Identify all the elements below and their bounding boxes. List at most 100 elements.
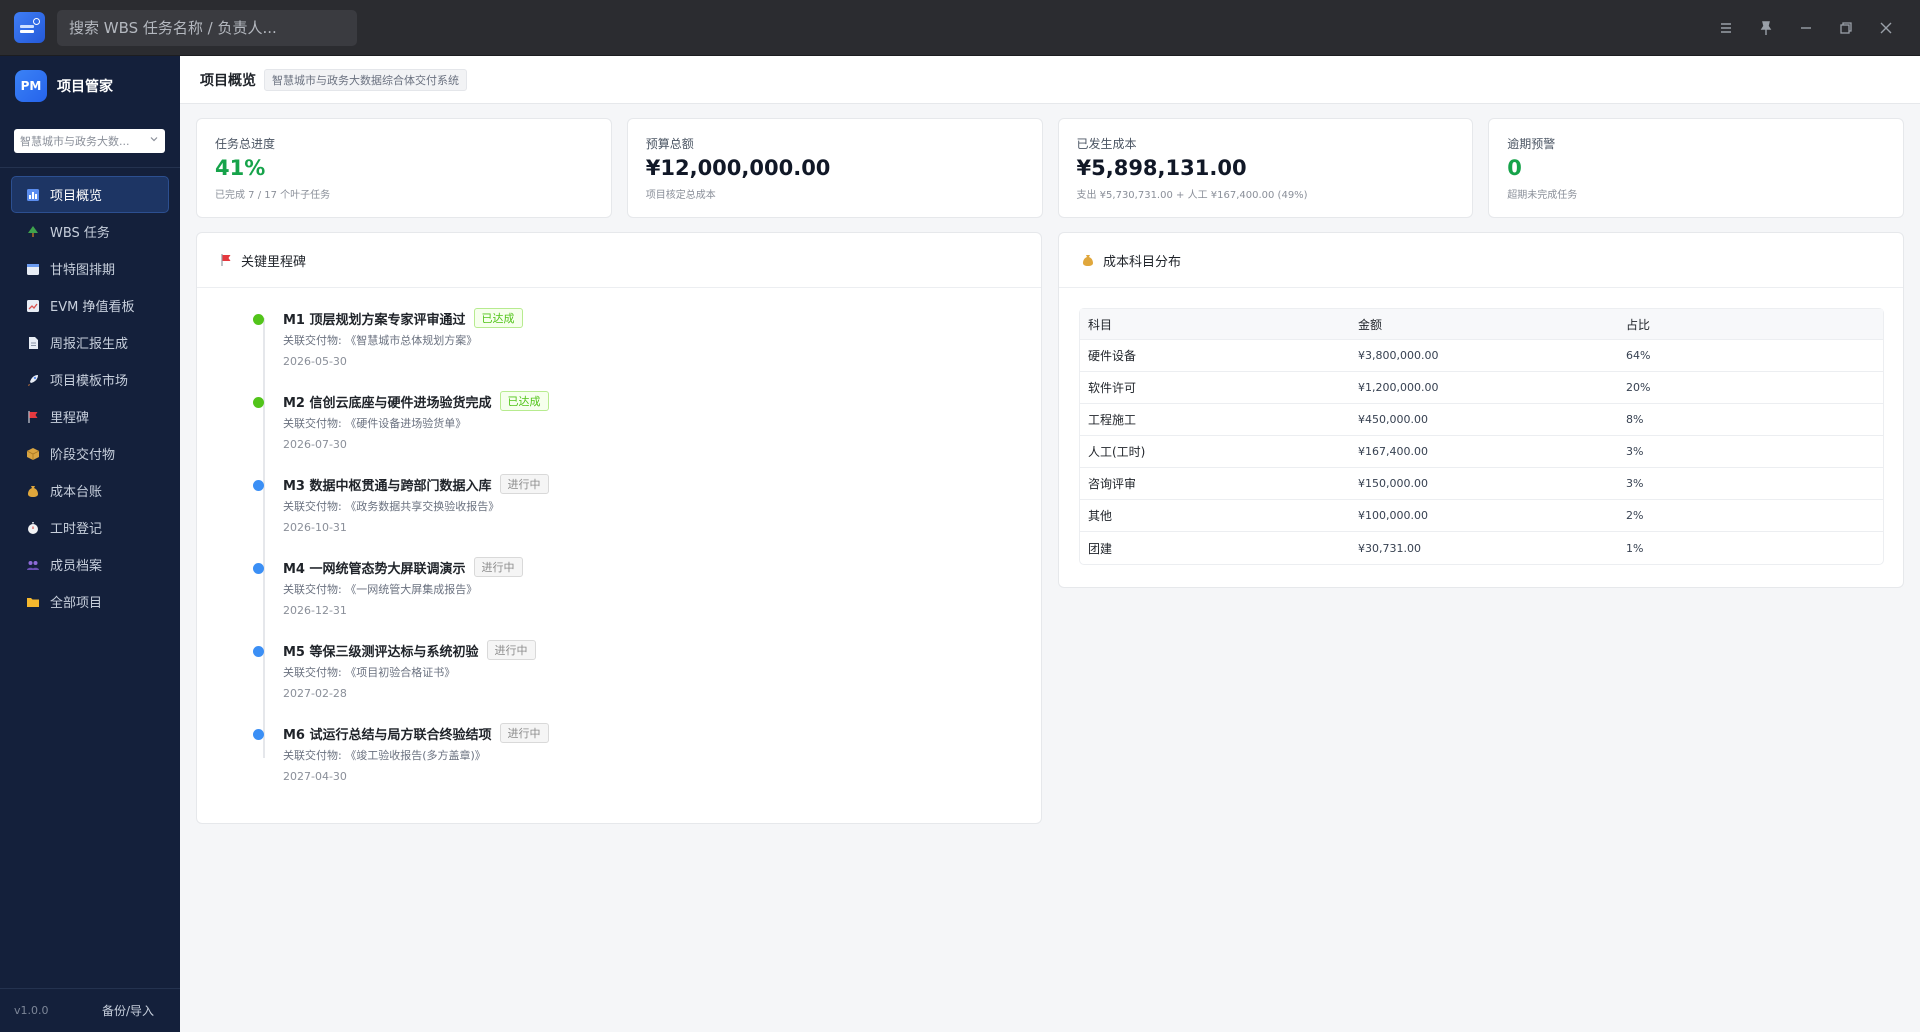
table-row: 工程施工 ¥450,000.00 8%	[1080, 404, 1883, 436]
chevron-down-icon	[150, 137, 158, 142]
cost-share: 1%	[1626, 541, 1644, 555]
cost-amount: ¥3,800,000.00	[1350, 340, 1618, 372]
sidebar-item-all-projects[interactable]: 全部项目	[11, 583, 169, 620]
cost-amount: ¥450,000.00	[1350, 404, 1618, 436]
stat-subtext: 项目核定总成本	[645, 190, 716, 201]
status-badge: 进行中	[499, 723, 549, 743]
sidebar-item-label: WBS 任务	[50, 226, 110, 241]
milestone-timeline: M1 顶层规划方案专家评审通过 已达成 关联交付物: 《智慧城市总体规划方案》 2…	[197, 288, 1041, 806]
minimize-icon[interactable]	[1786, 10, 1826, 46]
milestone-title: M2 信创云底座与硬件进场验货完成	[283, 395, 492, 411]
restore-icon[interactable]	[1826, 10, 1866, 46]
milestone-dot	[253, 480, 264, 491]
sidebar-item-label: 工时登记	[50, 522, 103, 537]
people-icon	[26, 558, 40, 572]
cost-share: 3%	[1618, 436, 1883, 468]
sidebar-footer: v1.0.0 备份/导入	[0, 988, 180, 1032]
milestone-deliverable: 关联交付物: 《硬件设备进场验货单》	[283, 417, 467, 430]
sidebar-item-label: 项目模板市场	[50, 374, 129, 389]
window-controls	[1706, 0, 1906, 56]
cost-category: 咨询评审	[1080, 468, 1350, 500]
milestone-item[interactable]: M1 顶层规划方案专家评审通过 已达成 关联交付物: 《智慧城市总体规划方案》 2…	[253, 308, 1041, 391]
app-logo-icon	[14, 12, 45, 43]
app-version: v1.0.0	[14, 1004, 49, 1017]
cost-share: 2%	[1618, 500, 1883, 532]
sidebar-item-label: 成员档案	[50, 559, 103, 574]
status-badge: 已达成	[499, 391, 549, 411]
cost-category: 其他	[1080, 500, 1350, 532]
cost-amount: ¥100,000.00	[1350, 500, 1618, 532]
table-row: 硬件设备 ¥3,800,000.00 64%	[1080, 340, 1883, 372]
stat-label: 逾期预警	[1507, 137, 1556, 151]
close-icon[interactable]	[1866, 10, 1906, 46]
rocket-icon	[26, 373, 40, 387]
sidebar-item-gantt[interactable]: 甘特图排期	[11, 250, 169, 287]
milestone-item[interactable]: M4 一网统管态势大屏联调演示 进行中 关联交付物: 《一网统管大屏集成报告》 2…	[253, 557, 1041, 640]
sidebar-item-label: 全部项目	[50, 596, 103, 611]
sidebar-item-cost-ledger[interactable]: 成本台账	[11, 472, 169, 509]
milestone-title: M1 顶层规划方案专家评审通过	[283, 312, 466, 328]
cost-category: 硬件设备	[1080, 340, 1350, 372]
brand-name: 项目管家	[57, 79, 113, 95]
milestone-date: 2027-02-28	[283, 687, 347, 700]
cost-amount: ¥1,200,000.00	[1350, 372, 1618, 404]
milestone-title: M5 等保三级测评达标与系统初验	[283, 644, 479, 660]
cost-category: 工程施工	[1080, 404, 1350, 436]
project-selector[interactable]: 智慧城市与政务大数...	[14, 129, 165, 153]
milestone-item[interactable]: M5 等保三级测评达标与系统初验 进行中 关联交付物: 《项目初验合格证书》 20…	[253, 640, 1041, 723]
sidebar-item-evm[interactable]: EVM 挣值看板	[11, 287, 169, 324]
stat-card-budget: 预算总额 ¥12,000,000.00 项目核定总成本	[626, 118, 1043, 218]
milestone-item[interactable]: M2 信创云底座与硬件进场验货完成 已达成 关联交付物: 《硬件设备进场验货单》 …	[253, 391, 1041, 474]
cost-table: 科目 金额 占比 硬件设备 ¥3,800,000.00 64% 软件许可 ¥1,…	[1079, 308, 1884, 565]
sidebar-item-timesheet[interactable]: 工时登记	[11, 509, 169, 546]
project-selector-value: 智慧城市与政务大数...	[20, 135, 130, 148]
table-row: 软件许可 ¥1,200,000.00 20%	[1080, 372, 1883, 404]
sidebar-item-label: EVM 挣值看板	[50, 300, 135, 315]
menu-icon[interactable]	[1706, 10, 1746, 46]
sidebar-item-label: 项目概览	[50, 189, 103, 204]
sidebar-item-report[interactable]: 周报汇报生成	[11, 324, 169, 361]
stat-card-actual-cost: 已发生成本 ¥5,898,131.00 支出 ¥5,730,731.00 + 人…	[1057, 118, 1474, 218]
milestone-deliverable: 关联交付物: 《政务数据共享交换验收报告》	[283, 500, 500, 513]
pin-icon[interactable]	[1746, 10, 1786, 46]
milestone-deliverable: 关联交付物: 《智慧城市总体规划方案》	[283, 334, 478, 347]
table-row: 其他 ¥100,000.00 2%	[1080, 500, 1883, 532]
milestone-date: 2027-04-30	[283, 770, 347, 783]
tree-icon	[26, 225, 40, 239]
page-title: 项目概览	[200, 72, 256, 89]
sidebar-item-label: 成本台账	[50, 485, 103, 500]
column-header: 金额	[1350, 309, 1618, 340]
title-bar	[0, 0, 1920, 56]
cost-share: 20%	[1618, 372, 1883, 404]
backup-import-button[interactable]: 备份/导入	[102, 1002, 154, 1019]
status-badge: 进行中	[486, 640, 536, 660]
flag-icon	[221, 254, 231, 266]
sidebar-item-templates[interactable]: 项目模板市场	[11, 361, 169, 398]
cost-share: 8%	[1618, 404, 1883, 436]
milestone-dot	[253, 397, 264, 408]
status-badge: 已达成	[473, 308, 523, 328]
sidebar-item-members[interactable]: 成员档案	[11, 546, 169, 583]
status-badge: 进行中	[473, 557, 523, 577]
flag-icon	[26, 410, 40, 424]
cost-category: 团建	[1088, 541, 1113, 556]
table-row: 人工(工时) ¥167,400.00 3%	[1080, 436, 1883, 468]
milestone-item[interactable]: M6 试运行总结与局方联合终验结项 进行中 关联交付物: 《竣工验收报告(多方盖章…	[253, 723, 1041, 806]
sidebar-item-label: 甘特图排期	[50, 263, 116, 278]
milestone-deliverable: 关联交付物: 《竣工验收报告(多方盖章)》	[283, 749, 486, 762]
document-icon	[26, 336, 40, 350]
panel-header: 成本科目分布	[1059, 233, 1903, 288]
sidebar-item-overview[interactable]: 项目概览	[11, 176, 169, 213]
cost-share: 3%	[1618, 468, 1883, 500]
sidebar-item-milestones[interactable]: 里程碑	[11, 398, 169, 435]
milestone-deliverable: 关联交付物: 《项目初验合格证书》	[283, 666, 456, 679]
page-header: 项目概览 智慧城市与政务大数据综合体交付系统	[180, 56, 1920, 104]
search-input[interactable]	[57, 9, 357, 46]
cost-amount: ¥150,000.00	[1350, 468, 1618, 500]
sidebar-item-wbs[interactable]: WBS 任务	[11, 213, 169, 250]
milestone-date: 2026-07-30	[283, 438, 347, 451]
milestone-item[interactable]: M3 数据中枢贯通与跨部门数据入库 进行中 关联交付物: 《政务数据共享交换验收报…	[253, 474, 1041, 557]
folder-icon	[26, 595, 40, 609]
sidebar-item-deliverables[interactable]: 阶段交付物	[11, 435, 169, 472]
status-badge: 进行中	[499, 474, 549, 494]
